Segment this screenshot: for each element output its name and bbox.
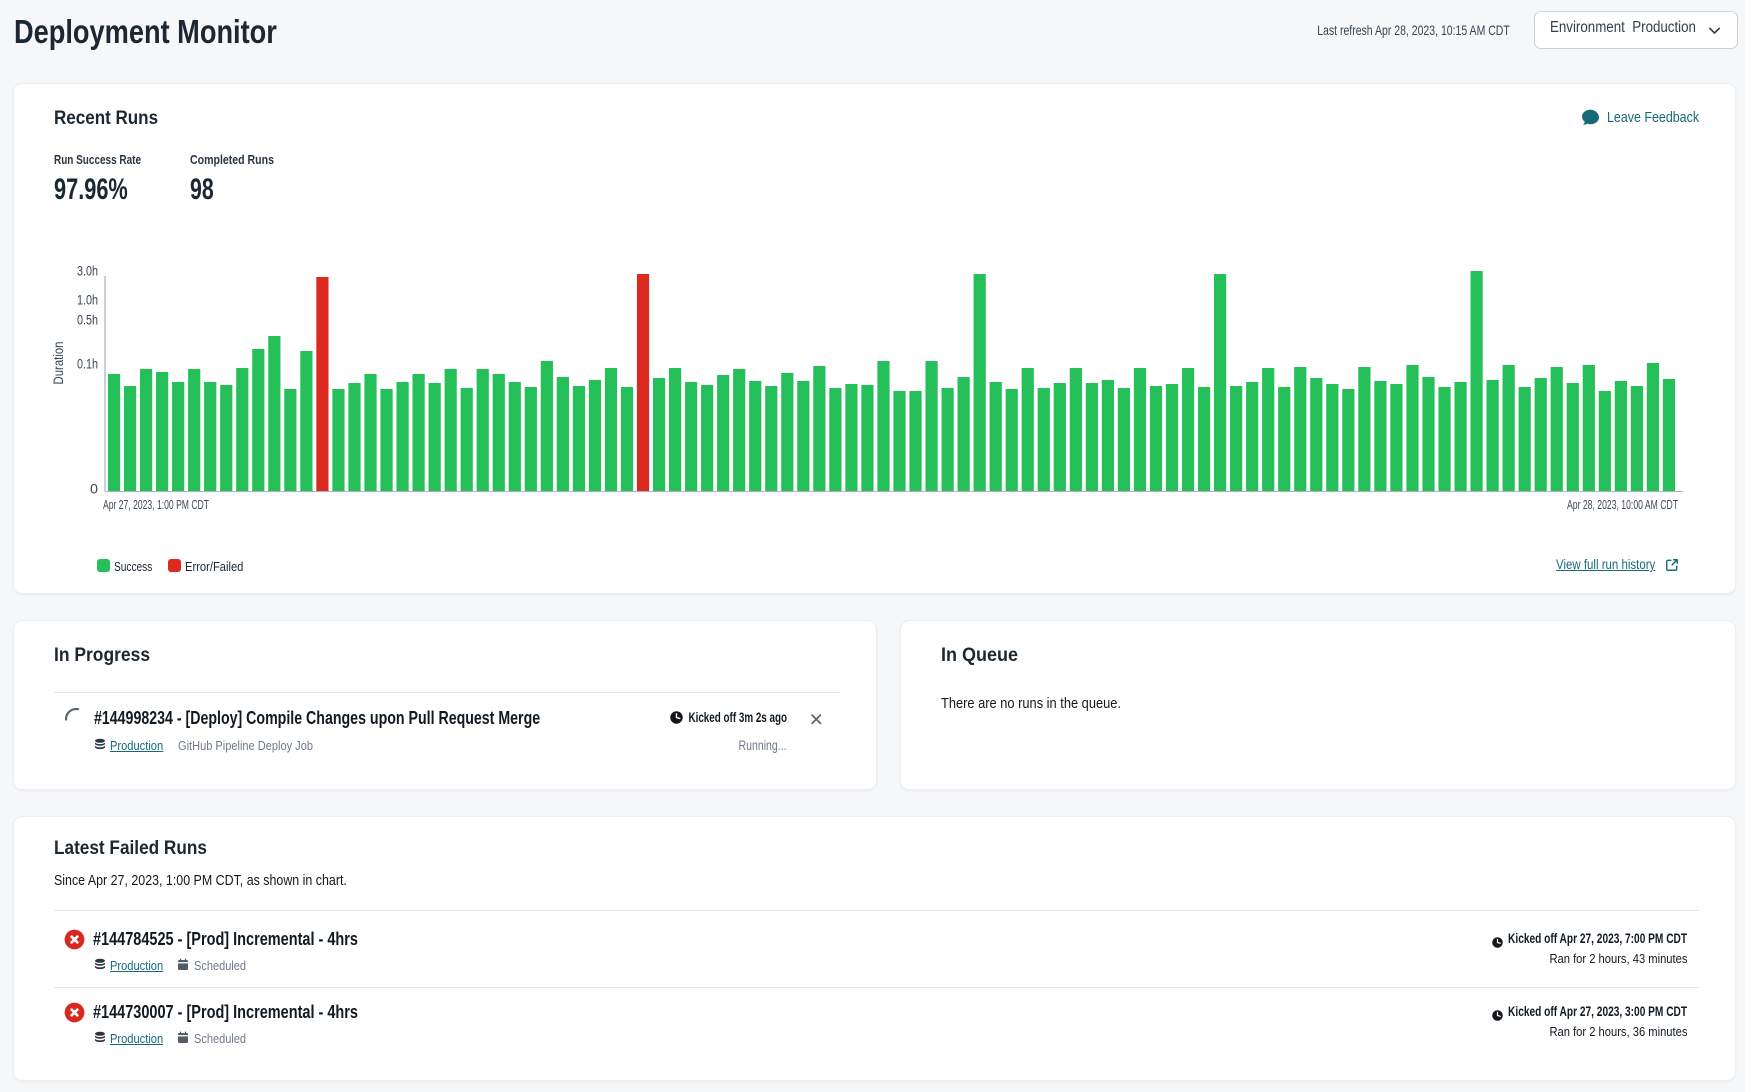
svg-text:0.1h: 0.1h [77, 357, 98, 372]
svg-text:Duration: Duration [51, 342, 66, 385]
svg-text:3.0h: 3.0h [77, 264, 98, 279]
svg-text:0: 0 [90, 482, 98, 497]
svg-text:0.5h: 0.5h [77, 313, 98, 328]
svg-text:Apr 28, 2023, 10:00 AM CDT: Apr 28, 2023, 10:00 AM CDT [1567, 498, 1678, 512]
svg-text:1.0h: 1.0h [77, 293, 98, 308]
svg-text:Apr 27, 2023, 1:00 PM CDT: Apr 27, 2023, 1:00 PM CDT [103, 498, 209, 512]
